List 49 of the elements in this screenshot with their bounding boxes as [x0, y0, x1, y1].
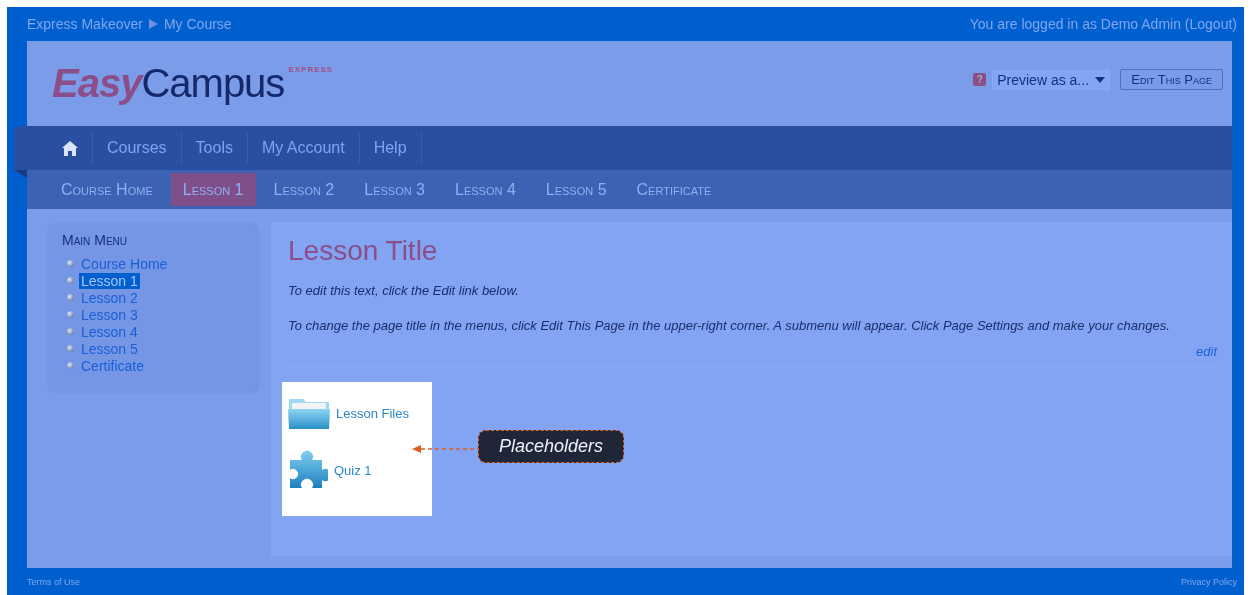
menu-link[interactable]: Certificate [79, 357, 147, 374]
lesson-tab[interactable]: Lesson 2 [261, 173, 347, 206]
folder-icon [288, 396, 330, 430]
nav-menu-item[interactable]: Tools [181, 133, 248, 163]
paragraph: To edit this text, click the Edit link below. [288, 282, 520, 299]
footer-link[interactable]: Privacy Policy [1181, 576, 1237, 587]
lesson-tab[interactable]: Lesson 4 [443, 173, 528, 206]
menu-title: Main Menu [62, 232, 128, 248]
bullet-icon [67, 277, 74, 284]
logo-text: Easy [52, 61, 142, 106]
lesson-tab[interactable]: Lesson 1 [170, 173, 256, 206]
arrow-icon [412, 444, 478, 454]
bullet-icon [67, 311, 74, 318]
nav-menu-item[interactable]: Courses [93, 133, 182, 163]
puzzle-piece-icon [288, 450, 328, 490]
bullet-icon [67, 345, 74, 352]
bullet-icon [67, 260, 74, 267]
menu-link[interactable]: Course Home [79, 255, 170, 272]
nav-menu-item[interactable]: My Account [247, 133, 360, 163]
help-icon[interactable]: ? [973, 73, 987, 86]
menu-link[interactable]: Lesson 1 [79, 272, 140, 289]
bullet-icon [67, 294, 74, 301]
footer-link[interactable]: Terms of Use [27, 576, 80, 587]
resource-link[interactable]: Lesson Files [336, 405, 409, 421]
menu-link[interactable]: Lesson 3 [79, 306, 140, 323]
edit-page-button[interactable]: Edit This Page [1120, 69, 1223, 90]
page-title: Lesson Title [288, 235, 1217, 276]
home-icon[interactable] [62, 140, 78, 156]
edit-link[interactable]: edit [1196, 344, 1217, 359]
breadcrumb-separator-icon [148, 19, 158, 29]
preview-dropdown[interactable]: Preview as a... [992, 69, 1111, 90]
caret-icon [1095, 76, 1106, 83]
bullet-icon [67, 328, 74, 335]
lesson-tab[interactable]: Certificate [624, 173, 724, 206]
breadcrumb-link[interactable]: Express Makeover [27, 16, 143, 32]
breadcrumb-link[interactable]: My Course [163, 16, 232, 32]
lesson-tab[interactable]: Course Home [49, 173, 165, 206]
nav-menu-item[interactable]: Help [359, 133, 422, 163]
callout-label: Placeholders [478, 429, 625, 463]
login-status: You are logged in as Demo Admin (Logout) [969, 16, 1237, 32]
resource-link[interactable]: Quiz 1 [334, 462, 372, 478]
bullet-icon [67, 362, 74, 369]
lesson-tab[interactable]: Lesson 3 [352, 173, 438, 206]
menu-link[interactable]: Lesson 2 [79, 289, 140, 306]
lesson-tab[interactable]: Lesson 5 [533, 173, 619, 206]
logo-tagline: EXPRESS [288, 65, 334, 74]
menu-link[interactable]: Lesson 5 [79, 340, 140, 357]
paragraph: To change the page title in the menus, click Edit This Page in the upper-right corner. A submenu will appear. Click Page Settings and make your changes. [288, 317, 1171, 334]
menu-link[interactable]: Lesson 4 [79, 323, 140, 340]
